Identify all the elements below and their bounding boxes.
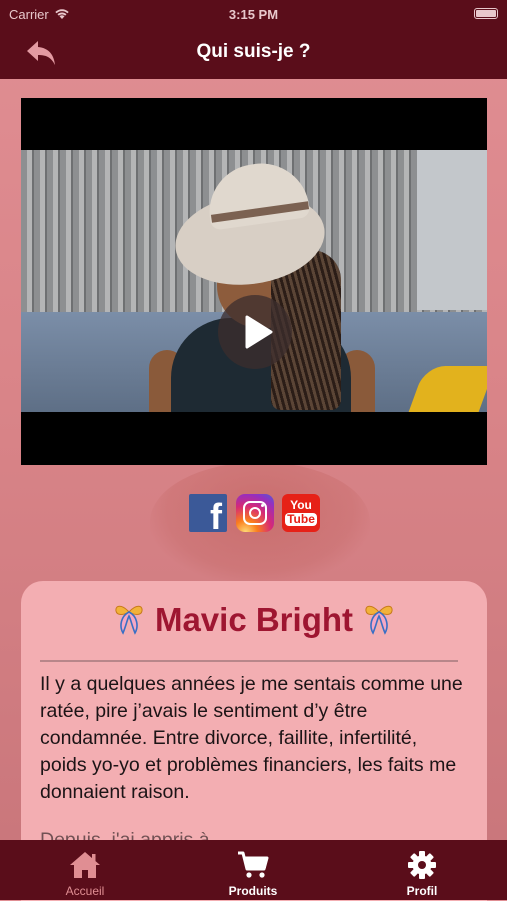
video-thumbnail <box>21 150 487 412</box>
facebook-button[interactable]: f <box>189 494 227 537</box>
tab-accueil[interactable]: Accueil <box>25 840 145 900</box>
play-icon <box>245 315 273 349</box>
ribbon-icon <box>365 606 393 636</box>
play-button[interactable] <box>218 295 292 369</box>
profile-bio: Il y a quelques années je me sentais com… <box>40 673 463 803</box>
top-bar: Carrier 3:15 PM Qui suis-je ? <box>0 0 507 79</box>
battery-icon <box>474 8 498 19</box>
youtube-icon-bottom: Tube <box>285 512 317 526</box>
window <box>417 150 487 310</box>
status-bar: Carrier 3:15 PM <box>9 6 498 22</box>
facebook-icon: f <box>210 496 222 537</box>
tab-label: Profil <box>406 884 438 898</box>
video-player[interactable] <box>21 98 487 465</box>
tab-label: Accueil <box>65 884 105 898</box>
youtube-button[interactable]: You Tube <box>282 494 320 532</box>
tab-produits[interactable]: Produits <box>193 840 313 900</box>
clock: 3:15 PM <box>228 6 279 22</box>
cart-icon <box>238 851 269 878</box>
tab-profil[interactable]: Profil <box>362 840 482 900</box>
instagram-button[interactable] <box>236 494 274 532</box>
social-links: f You Tube <box>0 494 507 537</box>
page-title: Qui suis-je ? <box>196 41 311 62</box>
profile-heading: Mavic Bright <box>21 601 487 639</box>
youtube-icon-top: You <box>290 498 312 512</box>
tab-bar: Accueil Produits Profil <box>0 840 507 900</box>
gear-icon <box>408 851 436 879</box>
tab-label: Produits <box>228 884 278 898</box>
profile-name: Mavic Bright <box>154 601 354 638</box>
home-icon <box>70 852 100 878</box>
ribbon-icon <box>115 606 143 636</box>
divider <box>40 660 458 662</box>
